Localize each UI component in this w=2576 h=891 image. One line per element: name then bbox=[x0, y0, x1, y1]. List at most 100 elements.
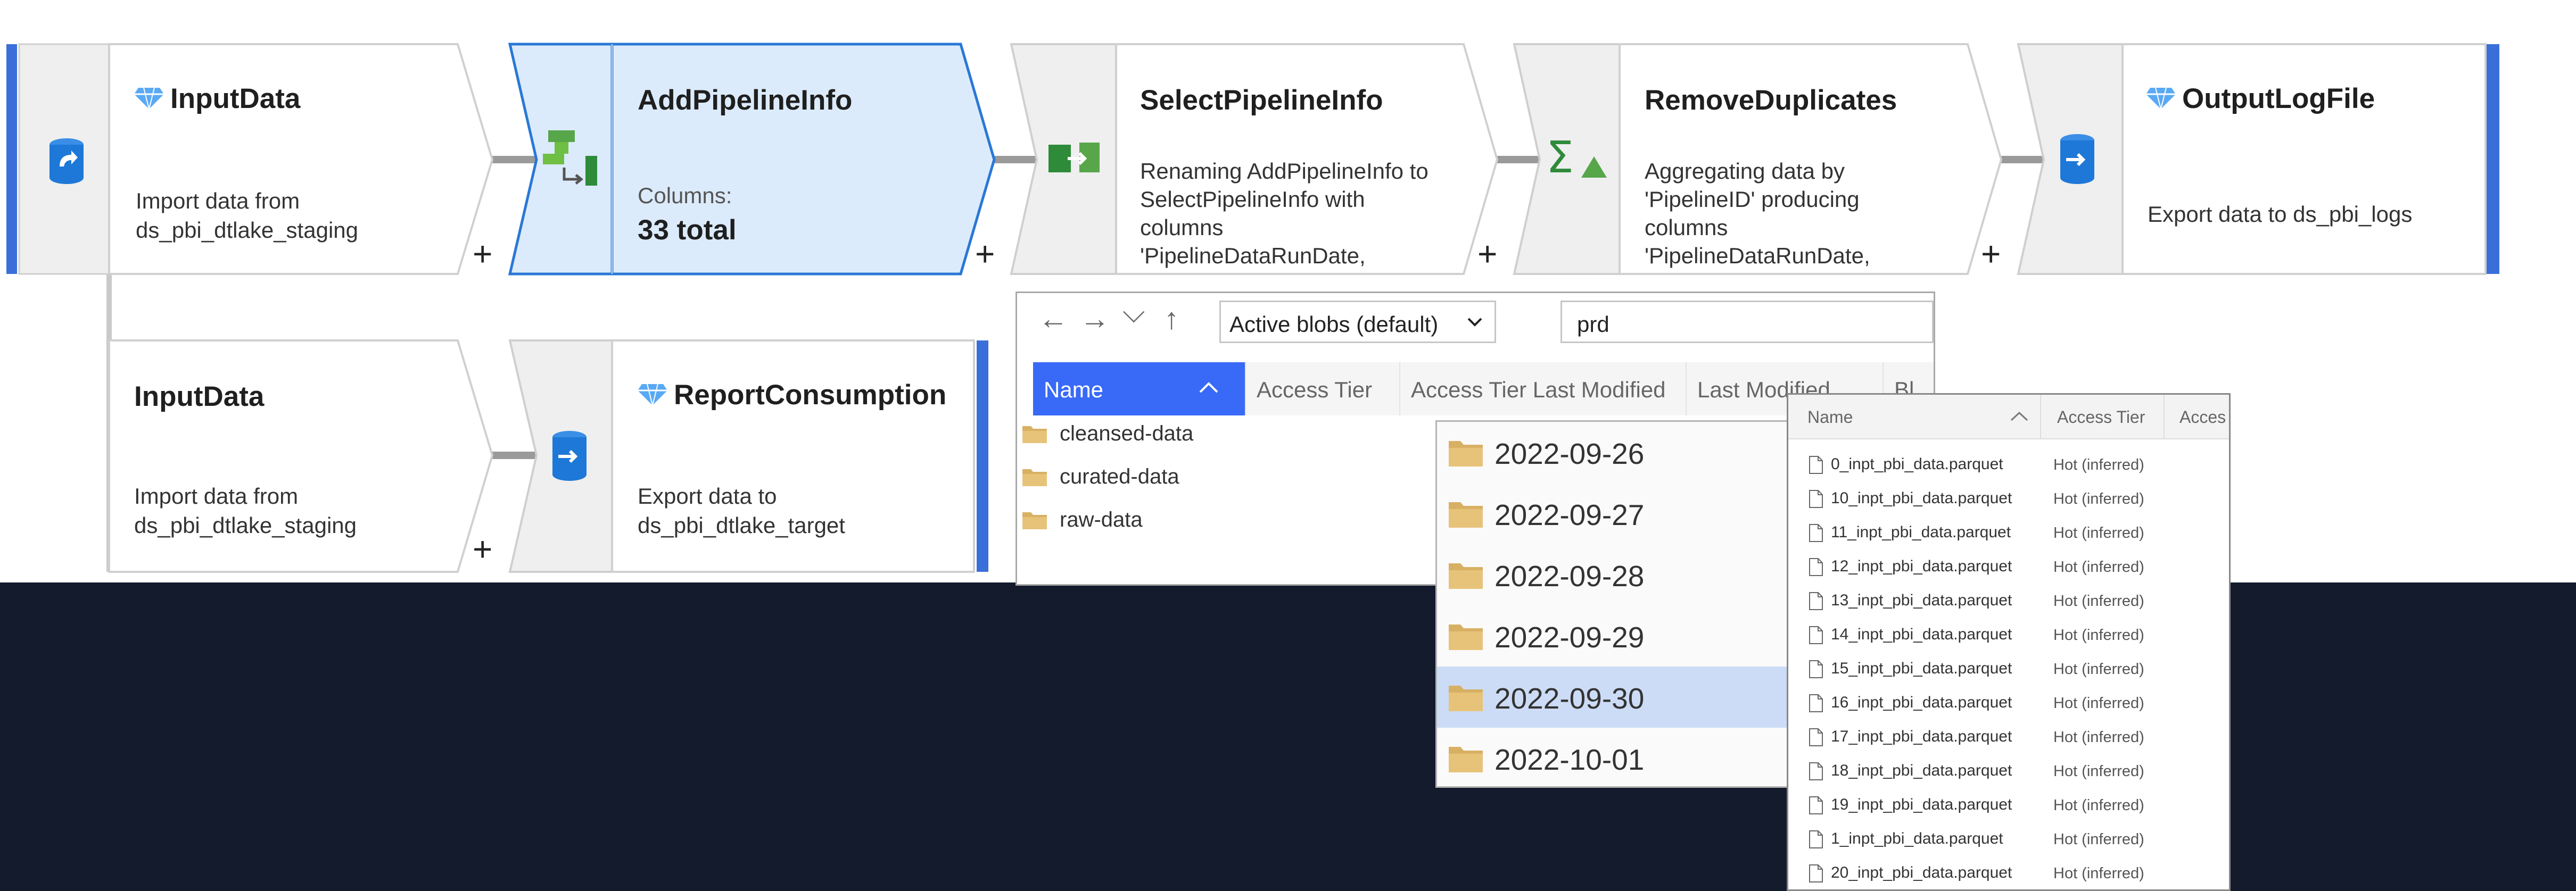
file-access-tier: Hot (inferred) bbox=[2053, 456, 2144, 473]
file-name: 18_inpt_pbi_data.parquet bbox=[1831, 762, 2012, 779]
list-item[interactable]: curated-data bbox=[1022, 465, 1179, 489]
chevron-down-icon bbox=[1467, 318, 1482, 327]
derived-column-icon bbox=[543, 130, 601, 191]
add-step-button[interactable]: + bbox=[473, 532, 492, 566]
dataset-gem-icon bbox=[2145, 85, 2177, 117]
file-icon bbox=[1809, 660, 1823, 678]
file-name: 1_inpt_pbi_data.parquet bbox=[1831, 830, 2003, 847]
add-step-button[interactable]: + bbox=[473, 237, 492, 271]
list-item[interactable]: 2022-10-01 bbox=[1437, 728, 1788, 786]
file-row[interactable]: 10_inpt_pbi_data.parquet Hot (inferred) bbox=[1788, 482, 2229, 516]
file-row[interactable]: 14_inpt_pbi_data.parquet Hot (inferred) bbox=[1788, 618, 2229, 652]
node-description: Export data to ds_pbi_dtlake_target bbox=[638, 484, 845, 538]
file-row[interactable]: 11_inpt_pbi_data.parquet Hot (inferred) bbox=[1788, 516, 2229, 550]
add-step-button[interactable]: + bbox=[975, 237, 995, 271]
file-list-panel: Name Access Tier Acces 0_inpt_pbi_data.p… bbox=[1787, 393, 2231, 891]
node-description: Aggregating data by 'PipelineID' produci… bbox=[1645, 159, 1870, 268]
node-title: RemoveDuplicates bbox=[1645, 85, 1897, 116]
node-columns-label: Columns: bbox=[638, 183, 732, 208]
node-columns-value: 33 total bbox=[638, 214, 737, 246]
list-item[interactable]: 2022-09-28 bbox=[1437, 544, 1788, 605]
file-access-tier: Hot (inferred) bbox=[2053, 559, 2144, 576]
file-access-tier: Hot (inferred) bbox=[2053, 490, 2144, 507]
column-header-name[interactable]: Name bbox=[1033, 362, 1246, 415]
forward-button[interactable]: → bbox=[1080, 304, 1110, 334]
file-icon bbox=[1809, 558, 1823, 576]
file-row[interactable]: 0_inpt_pbi_data.parquet Hot (inferred) bbox=[1788, 448, 2229, 482]
file-row[interactable]: 13_inpt_pbi_data.parquet Hot (inferred) bbox=[1788, 584, 2229, 618]
file-icon bbox=[1809, 830, 1823, 848]
file-access-tier: Hot (inferred) bbox=[2053, 627, 2144, 644]
file-icon bbox=[1809, 864, 1823, 882]
node-title: InputData bbox=[134, 381, 265, 412]
file-name: 0_inpt_pbi_data.parquet bbox=[1831, 455, 2003, 473]
file-name: 11_inpt_pbi_data.parquet bbox=[1831, 523, 2011, 541]
node-description: Export data to ds_pbi_logs bbox=[2148, 202, 2413, 227]
column-header-access-tier[interactable]: Access Tier bbox=[2041, 395, 2165, 439]
folder-icon bbox=[1449, 747, 1483, 772]
source-icon bbox=[48, 137, 85, 188]
up-button[interactable]: ↑ bbox=[1164, 304, 1179, 334]
file-row[interactable]: 19_inpt_pbi_data.parquet Hot (inferred) bbox=[1788, 788, 2229, 822]
folder-icon bbox=[1022, 426, 1047, 443]
column-header-access-tier-last-modified[interactable]: Acces bbox=[2165, 395, 2229, 439]
search-input[interactable]: prd bbox=[1561, 301, 1934, 343]
file-name: 15_inpt_pbi_data.parquet bbox=[1831, 660, 2012, 677]
file-row[interactable]: 16_inpt_pbi_data.parquet Hot (inferred) bbox=[1788, 686, 2229, 720]
column-header-access-tier[interactable]: Access Tier bbox=[1246, 362, 1400, 415]
list-item[interactable]: raw-data bbox=[1022, 508, 1143, 532]
folder-icon bbox=[1022, 512, 1047, 529]
node-title: AddPipelineInfo bbox=[638, 85, 853, 116]
file-name: 13_inpt_pbi_data.parquet bbox=[1831, 592, 2012, 609]
sort-ascending-icon bbox=[1199, 382, 1218, 393]
select-icon bbox=[1048, 143, 1102, 177]
node-title: SelectPipelineInfo bbox=[1140, 85, 1383, 116]
file-row[interactable]: 17_inpt_pbi_data.parquet Hot (inferred) bbox=[1788, 720, 2229, 754]
folder-icon bbox=[1449, 686, 1483, 711]
recent-locations-button[interactable]: ⌵ bbox=[1122, 297, 1145, 327]
file-icon bbox=[1809, 796, 1823, 814]
node-title: ReportConsumption bbox=[674, 379, 947, 411]
list-item[interactable]: 2022-09-29 bbox=[1437, 605, 1788, 667]
column-header-name[interactable]: Name bbox=[1788, 395, 2041, 439]
file-row[interactable]: 20_inpt_pbi_data.parquet Hot (inferred) bbox=[1788, 856, 2229, 889]
file-access-tier: Hot (inferred) bbox=[2053, 797, 2144, 814]
list-item-selected[interactable]: 2022-09-30 bbox=[1437, 667, 1788, 728]
file-row[interactable]: 18_inpt_pbi_data.parquet Hot (inferred) bbox=[1788, 754, 2229, 788]
node-description: Import data from ds_pbi_dtlake_staging bbox=[136, 188, 358, 243]
list-item[interactable]: 2022-09-26 bbox=[1437, 422, 1788, 483]
file-icon bbox=[1809, 694, 1823, 712]
file-icon bbox=[1809, 490, 1823, 508]
sink-icon bbox=[2059, 133, 2096, 189]
dataset-gem-icon bbox=[133, 85, 165, 117]
list-item[interactable]: cleansed-data bbox=[1022, 422, 1193, 446]
file-name: 20_inpt_pbi_data.parquet bbox=[1831, 864, 2012, 881]
add-step-button[interactable]: + bbox=[1477, 237, 1497, 271]
file-icon bbox=[1809, 592, 1823, 610]
folder-icon bbox=[1449, 563, 1483, 589]
file-name: 17_inpt_pbi_data.parquet bbox=[1831, 728, 2012, 745]
node-title: InputData bbox=[170, 83, 301, 114]
blob-filter-dropdown[interactable]: Active blobs (default) bbox=[1219, 301, 1496, 343]
folder-icon bbox=[1022, 469, 1047, 486]
back-button[interactable]: ← bbox=[1038, 304, 1068, 334]
file-name: 14_inpt_pbi_data.parquet bbox=[1831, 626, 2012, 643]
sink-icon bbox=[551, 430, 588, 486]
file-row[interactable]: 1_inpt_pbi_data.parquet Hot (inferred) bbox=[1788, 822, 2229, 856]
file-row[interactable]: 12_inpt_pbi_data.parquet Hot (inferred) bbox=[1788, 550, 2229, 584]
sort-ascending-icon bbox=[2010, 411, 2028, 421]
node-description: Import data from ds_pbi_dtlake_staging bbox=[134, 484, 357, 538]
node-title: OutputLogFile bbox=[2182, 83, 2375, 114]
blob-filter-value: Active blobs (default) bbox=[1229, 312, 1439, 337]
aggregate-icon: Σ bbox=[1546, 132, 1610, 183]
list-item[interactable]: 2022-09-27 bbox=[1437, 483, 1788, 544]
column-header-access-tier-last-modified[interactable]: Access Tier Last Modified bbox=[1400, 362, 1687, 415]
folder-icon bbox=[1449, 624, 1483, 650]
file-access-tier: Hot (inferred) bbox=[2053, 831, 2144, 848]
file-name: 12_inpt_pbi_data.parquet bbox=[1831, 557, 2012, 575]
file-access-tier: Hot (inferred) bbox=[2053, 695, 2144, 712]
file-row[interactable]: 15_inpt_pbi_data.parquet Hot (inferred) bbox=[1788, 652, 2229, 686]
folder-icon bbox=[1449, 441, 1483, 467]
file-name: 16_inpt_pbi_data.parquet bbox=[1831, 694, 2012, 711]
add-step-button[interactable]: + bbox=[1981, 237, 2001, 271]
